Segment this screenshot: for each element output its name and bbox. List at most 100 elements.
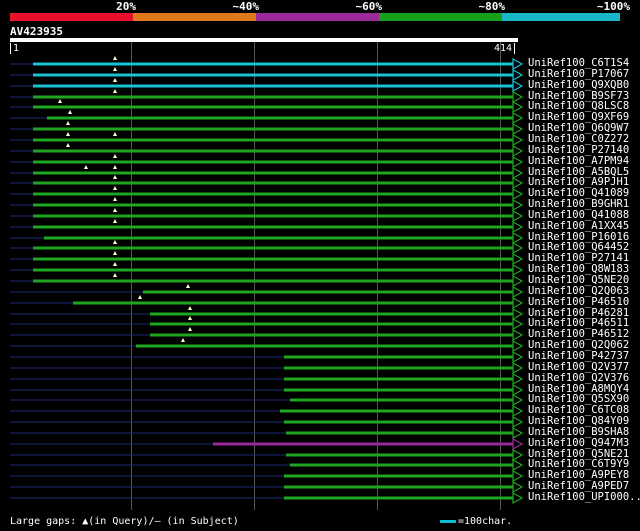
query-gap-triangle-icon — [113, 78, 117, 82]
query-gap-triangle-icon — [186, 284, 190, 288]
hit-bar[interactable] — [73, 301, 513, 305]
hit-bar[interactable] — [33, 127, 513, 131]
hit-arrow-icon — [512, 404, 524, 418]
query-gap-triangle-icon — [113, 132, 117, 136]
query-gap-triangle-icon — [58, 99, 62, 103]
hit-bar[interactable] — [143, 290, 513, 294]
hit-arrow-icon — [512, 383, 524, 397]
query-gap-triangle-icon — [113, 67, 117, 71]
hit-arrow-icon — [512, 166, 524, 180]
hit-bar[interactable] — [47, 116, 513, 120]
hit-arrow-icon — [512, 480, 524, 494]
hit-bar[interactable] — [33, 138, 513, 142]
hit-bar[interactable] — [44, 236, 513, 240]
hit-bar[interactable] — [33, 73, 513, 77]
hit-bar[interactable] — [150, 312, 513, 316]
hit-arrow-icon — [512, 491, 524, 505]
hit-arrow-icon — [512, 296, 524, 310]
hit-arrow-icon — [512, 426, 524, 440]
hit-bar[interactable] — [33, 149, 513, 153]
hit-bar[interactable] — [290, 463, 513, 467]
query-gap-triangle-icon — [113, 197, 117, 201]
hit-bar[interactable] — [33, 181, 513, 185]
hit-bar[interactable] — [33, 105, 513, 109]
hit-bar[interactable] — [150, 322, 513, 326]
hit-bar[interactable] — [136, 344, 513, 348]
scale-swatch — [440, 519, 456, 523]
query-gap-triangle-icon — [188, 327, 192, 331]
hit-arrow-icon — [512, 393, 524, 407]
hit-arrow-icon — [512, 231, 524, 245]
hit-bar[interactable] — [213, 442, 513, 446]
hit-bar[interactable] — [286, 453, 513, 457]
hit-arrow-icon — [512, 90, 524, 104]
hit-bar[interactable] — [33, 257, 513, 261]
hit-arrow-icon — [512, 198, 524, 212]
hit-arrow-icon — [512, 241, 524, 255]
query-gap-triangle-icon — [113, 208, 117, 212]
hit-arrow-icon — [512, 252, 524, 266]
hit-bar[interactable] — [33, 203, 513, 207]
hit-arrow-icon — [512, 469, 524, 483]
hit-arrow-icon — [512, 155, 524, 169]
hit-bar[interactable] — [33, 62, 513, 66]
hit-bar[interactable] — [33, 84, 513, 88]
query-gap-triangle-icon — [113, 165, 117, 169]
gap-legend: Large gaps: ▲(in Query)/– (in Subject) — [10, 516, 239, 527]
hit-arrow-icon — [512, 372, 524, 386]
hit-arrow-icon — [512, 79, 524, 93]
hit-bar[interactable] — [33, 171, 513, 175]
hit-arrow-icon — [512, 350, 524, 364]
query-gap-triangle-icon — [113, 251, 117, 255]
query-gap-triangle-icon — [113, 262, 117, 266]
hit-bar[interactable] — [284, 355, 513, 359]
query-gap-triangle-icon — [84, 165, 88, 169]
hit-arrow-icon — [512, 220, 524, 234]
query-gap-triangle-icon — [138, 295, 142, 299]
query-gap-triangle-icon — [181, 338, 185, 342]
hit-bar[interactable] — [33, 95, 513, 99]
hit-bar[interactable] — [284, 496, 513, 500]
query-gap-triangle-icon — [66, 143, 70, 147]
hit-bar[interactable] — [150, 333, 513, 337]
hit-bar[interactable] — [33, 279, 513, 283]
hit-bar[interactable] — [33, 225, 513, 229]
hit-arrow-icon — [512, 187, 524, 201]
hit-bar[interactable] — [286, 431, 513, 435]
query-gap-triangle-icon — [113, 273, 117, 277]
hit-label[interactable]: UniRef100_UPI000.. — [528, 492, 640, 503]
hit-arrow-icon — [512, 361, 524, 375]
hit-arrow-icon — [512, 100, 524, 114]
hit-bar[interactable] — [284, 388, 513, 392]
query-gap-triangle-icon — [188, 316, 192, 320]
scale-legend: =100char. — [440, 516, 512, 528]
query-gap-triangle-icon — [113, 240, 117, 244]
hit-arrow-icon — [512, 285, 524, 299]
hit-arrow-icon — [512, 437, 524, 451]
hit-bar[interactable] — [280, 409, 513, 413]
query-gap-triangle-icon — [188, 306, 192, 310]
hit-bar[interactable] — [33, 160, 513, 164]
hit-bar[interactable] — [33, 192, 513, 196]
hit-arrow-icon — [512, 111, 524, 125]
hit-bar[interactable] — [33, 246, 513, 250]
hit-arrow-icon — [512, 57, 524, 71]
query-gap-triangle-icon — [66, 132, 70, 136]
hit-bar[interactable] — [290, 398, 513, 402]
hit-arrow-icon — [512, 133, 524, 147]
hit-arrow-icon — [512, 144, 524, 158]
hit-bar[interactable] — [284, 366, 513, 370]
query-gap-triangle-icon — [113, 219, 117, 223]
query-gap-triangle-icon — [113, 186, 117, 190]
hit-bar[interactable] — [284, 485, 513, 489]
hit-bar[interactable] — [284, 474, 513, 478]
query-gap-triangle-icon — [66, 121, 70, 125]
hit-arrow-icon — [512, 317, 524, 331]
hit-bar[interactable] — [284, 377, 513, 381]
hit-arrow-icon — [512, 415, 524, 429]
hit-bar[interactable] — [33, 214, 513, 218]
hit-arrow-icon — [512, 458, 524, 472]
hit-bar[interactable] — [33, 268, 513, 272]
hit-arrow-icon — [512, 176, 524, 190]
hit-bar[interactable] — [284, 420, 513, 424]
